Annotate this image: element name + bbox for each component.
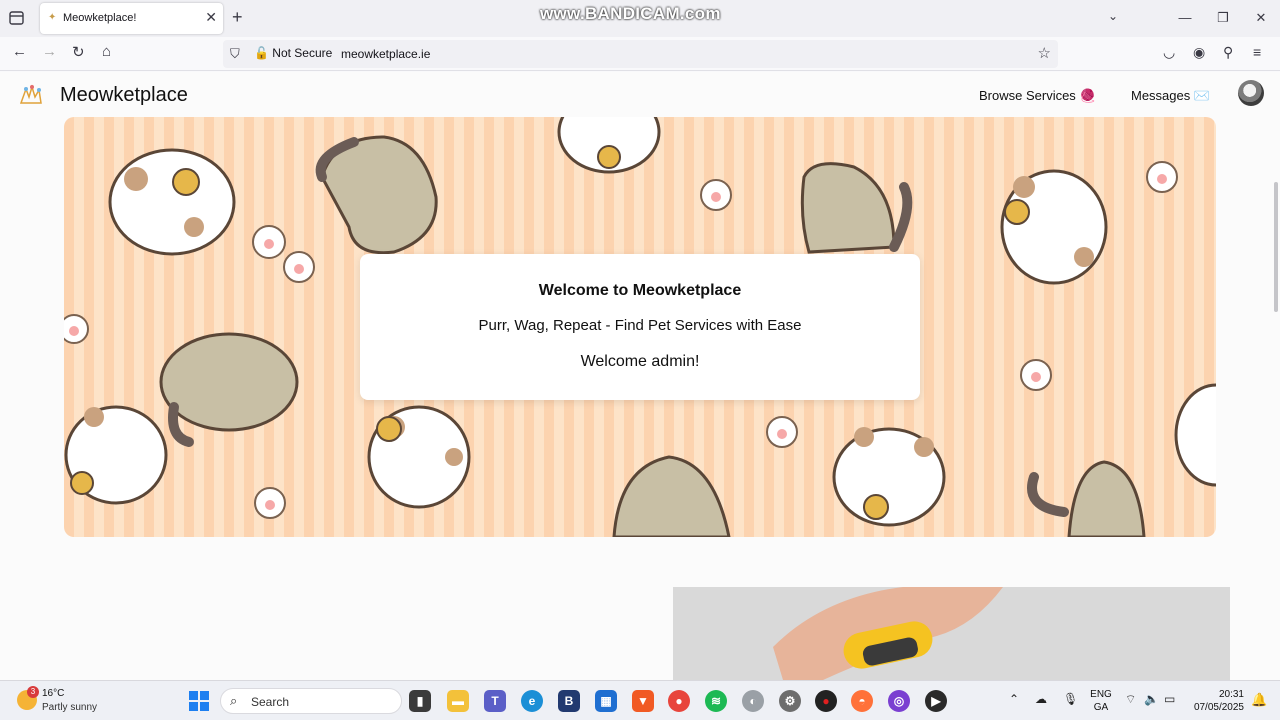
bitwarden-icon[interactable]: B [558,690,580,712]
clock-date: 07/05/2025 [1193,702,1244,713]
chevron-down-icon[interactable]: ⌄ [1108,9,1118,23]
pocket-icon[interactable]: ◡ [1163,44,1175,61]
windows-start-icon[interactable] [189,691,209,711]
welcome-card: Welcome to Meowketplace Purr, Wag, Repea… [360,254,920,400]
envelope-icon: ✉️ [1193,88,1211,103]
brave-icon[interactable]: ▼ [632,690,654,712]
messages-link[interactable]: Messages ✉️ [1131,88,1210,104]
welcome-title: Welcome to Meowketplace [538,282,742,299]
account-icon[interactable]: ◉ [1193,44,1205,61]
calico-cat-illustration [1000,169,1108,285]
microphone-icon[interactable]: 🎙 [1063,692,1078,706]
weather-temperature[interactable]: 16°C [42,688,64,699]
discord-like-icon[interactable]: ◎ [888,690,910,712]
beige-cat-illustration [612,455,731,537]
calico-cat-illustration [108,148,236,256]
settings-gear-icon[interactable]: ⚙ [779,690,801,712]
menu-hamburger-icon[interactable]: ≡ [1253,44,1261,60]
address-bar[interactable]: ⛉ 🔓 Not Secure meowketplace.ie ☆ [223,40,1058,68]
close-window-icon[interactable]: ✕ [1242,0,1280,37]
site-logo-icon[interactable] [17,81,45,109]
beige-cat-illustration [315,135,438,255]
beige-cat-illustration [1027,460,1146,537]
browse-services-label: Browse Services [979,88,1076,103]
reload-icon[interactable]: ↻ [72,43,85,61]
security-indicator[interactable]: 🔓 Not Secure [254,46,332,60]
taskbar-search-box[interactable]: ⌕ Search [220,688,402,714]
cat-favicon-icon: ✦ [48,12,57,23]
restore-icon[interactable]: ❐ [1204,0,1242,37]
taskbar-clock[interactable]: 20:31 07/05/2025 [1190,688,1244,714]
volume-icon[interactable]: 🔈 [1144,692,1159,706]
record-icon[interactable]: ● [815,690,837,712]
language-bottom: GA [1093,702,1109,713]
not-secure-label: Not Secure [272,46,333,60]
wifi-icon[interactable]: ⌔ [1125,692,1136,707]
browser-nav-bar: ← → ↻ ⌂ ⛉ 🔓 Not Secure meowketplace.ie ☆… [0,37,1280,71]
language-indicator[interactable]: ENG GA [1089,688,1113,714]
new-tab-icon[interactable]: + [232,7,243,28]
page-scrollbar[interactable] [1270,72,1280,680]
search-label: Search [251,695,290,709]
store-icon[interactable]: ▦ [595,690,617,712]
hero-banner: Welcome to Meowketplace Purr, Wag, Repea… [64,117,1216,537]
language-top: ENG [1090,689,1112,700]
battery-icon[interactable]: ▭ [1164,692,1175,706]
recording-watermark: www.BANDICAM.com [540,4,721,23]
browser-tab-active[interactable]: ✦ Meowketplace! ✕ [40,3,223,34]
yarn-ball-icon: 🧶 [1079,88,1096,103]
onedrive-icon[interactable]: ☁ [1035,692,1047,706]
spotify-icon[interactable]: ≋ [705,690,727,712]
url-text[interactable]: meowketplace.ie [341,47,430,61]
tab-title: Meowketplace! [63,12,137,24]
forward-arrow-icon[interactable]: → [42,43,57,60]
beige-cat-illustration [800,162,913,254]
bookmark-star-icon[interactable]: ☆ [1038,44,1051,62]
task-view-icon[interactable]: ▮ [409,690,431,712]
close-tab-icon[interactable]: ✕ [205,9,217,26]
calico-cat-illustration [1174,383,1216,487]
app-icon[interactable]: ◐ [742,690,764,712]
calico-cat-illustration [557,117,661,174]
welcome-user-greeting: Welcome admin! [580,353,700,370]
media-player-icon[interactable]: ▶ [925,690,947,712]
minimize-icon[interactable]: — [1166,0,1204,37]
file-explorer-icon[interactable]: ▬ [447,690,469,712]
chrome-icon[interactable]: ● [668,690,690,712]
weather-badge: 3 [27,686,39,698]
calico-cat-illustration [367,405,471,509]
calico-cat-illustration [832,427,946,527]
search-icon: ⌕ [230,693,238,708]
web-page: Meowketplace Browse Services 🧶 Messages … [0,72,1270,680]
beige-cat-illustration [159,332,299,447]
windows-taskbar: 3 16°C Partly sunny ⌕ Search ▮ ▬ T e B ▦… [0,680,1280,720]
tab-list-icon[interactable] [8,9,26,27]
calico-cat-illustration [64,405,168,505]
insecure-lock-icon: 🔓 [254,46,269,60]
shield-icon[interactable]: ⛉ [230,46,240,62]
browser-tab-bar: ✦ Meowketplace! ✕ + www.BANDICAM.com ⌄ —… [0,0,1280,37]
teams-icon[interactable]: T [484,690,506,712]
extensions-icon[interactable]: ⚲ [1223,44,1233,61]
window-controls: — ❐ ✕ [1166,0,1280,37]
user-avatar[interactable] [1238,80,1264,106]
grooming-photo [673,587,1230,680]
welcome-subtitle: Purr, Wag, Repeat - Find Pet Services wi… [478,317,802,334]
browse-services-link[interactable]: Browse Services 🧶 [979,88,1096,104]
scrollbar-thumb[interactable] [1274,182,1278,312]
site-title[interactable]: Meowketplace [60,84,188,107]
notification-bell-icon[interactable]: 🔔 [1251,692,1267,708]
clock-time: 20:31 [1218,689,1244,700]
edge-icon[interactable]: e [521,690,543,712]
messages-label: Messages [1131,88,1191,103]
back-arrow-icon[interactable]: ← [12,43,27,60]
tray-chevron-up-icon[interactable]: ⌃ [1009,692,1019,706]
weather-description[interactable]: Partly sunny [42,702,97,713]
home-icon[interactable]: ⌂ [102,43,111,60]
firefox-icon[interactable]: ◓ [851,690,873,712]
